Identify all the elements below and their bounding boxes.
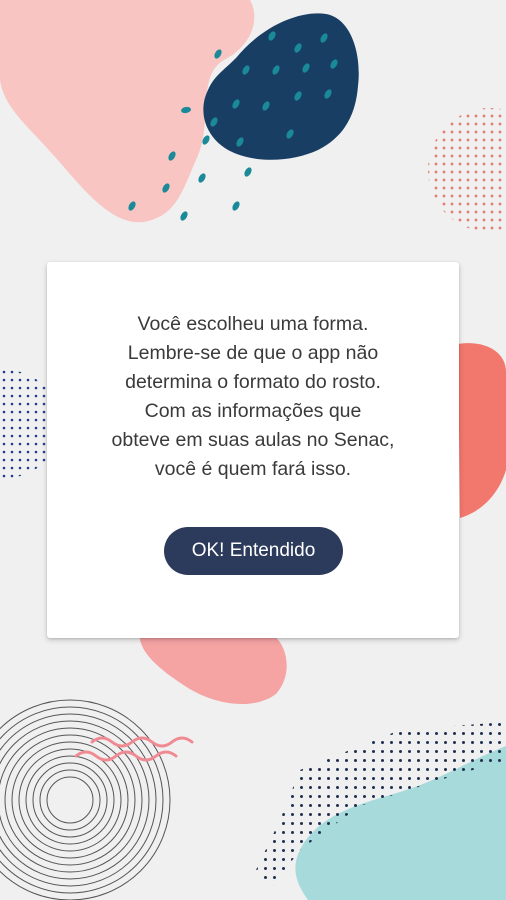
coral-blob-right — [458, 343, 506, 518]
ok-understood-button[interactable]: OK! Entendido — [164, 527, 343, 575]
info-dialog: Você escolheu uma forma. Lembre-se de qu… — [47, 262, 459, 638]
pink-waves — [74, 736, 194, 762]
coral-dot-pattern — [428, 108, 506, 232]
dialog-message: Você escolheu uma forma. Lembre-se de qu… — [111, 313, 395, 480]
pink-blob-bottom — [139, 628, 287, 705]
concentric-circles — [0, 699, 171, 900]
